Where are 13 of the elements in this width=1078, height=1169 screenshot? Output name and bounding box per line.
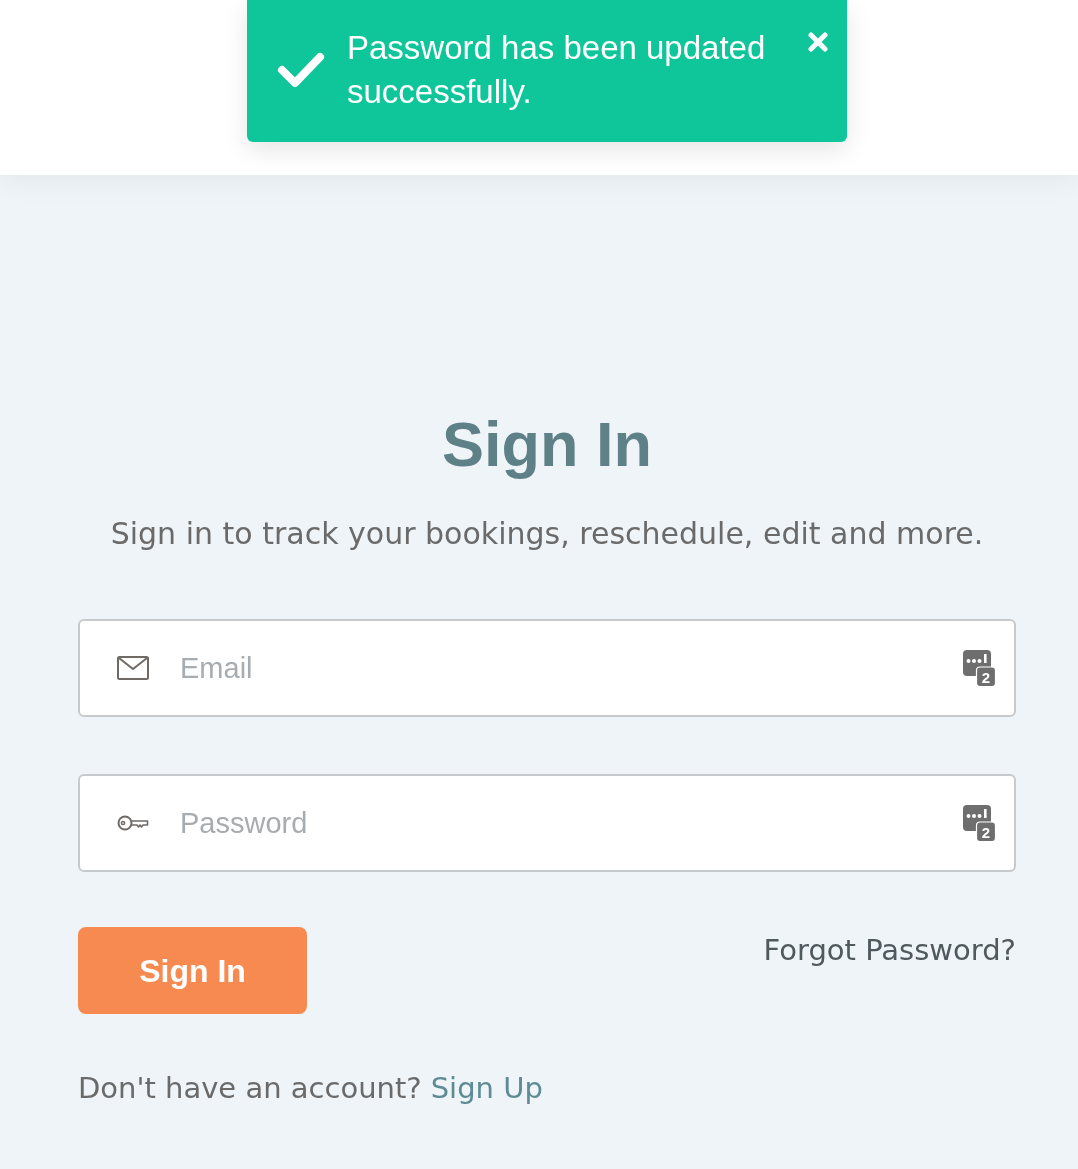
mail-icon (117, 656, 149, 680)
close-button[interactable] (807, 31, 829, 53)
check-icon (277, 51, 325, 89)
sign-up-link[interactable]: Sign Up (430, 1069, 543, 1107)
close-icon (808, 32, 828, 52)
email-field[interactable]: Email 2 (78, 619, 1016, 717)
key-icon (117, 814, 149, 832)
page-title: Sign In (441, 408, 653, 481)
page-subtitle: Sign in to track your bookings, reschedule, edit and more. (109, 516, 985, 552)
forgot-password-link[interactable]: Forgot Password? (763, 931, 1016, 969)
password-field[interactable]: Password 2 (78, 774, 1016, 872)
toast-message: Password has been updated successfully. (347, 28, 767, 112)
signup-prompt: Don't have an account? (78, 1070, 422, 1107)
